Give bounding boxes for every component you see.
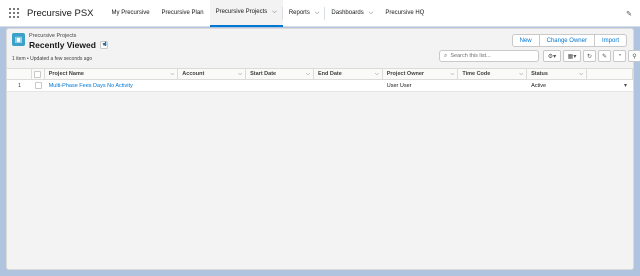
filter-icon[interactable]: ⚲ (628, 50, 640, 62)
chevron-down-icon[interactable]: ⌵ (375, 71, 379, 77)
action-buttons: New Change Owner Import (511, 34, 627, 47)
nav-item-precursive-hq[interactable]: Precursive HQ (379, 0, 430, 27)
table-row: 1 Multi-Phase Fees Days No Activity User… (7, 80, 633, 92)
search-box[interactable]: ⌕ (439, 50, 539, 62)
nav-item-precursive-projects[interactable]: Precursive Projects ⌵ (209, 0, 283, 27)
charts-icon[interactable]: ◔ (613, 50, 626, 62)
search-icon: ⌕ (444, 52, 448, 59)
row-number: 1 (18, 82, 22, 89)
nav-item-label: Dashboards (331, 10, 364, 16)
nav-item-my-precursive[interactable]: My Precursive (106, 0, 156, 27)
app-name: Precursive PSX (27, 7, 94, 19)
chevron-down-icon[interactable]: ⌵ (451, 71, 455, 77)
nav-item-label: Precursive Projects (215, 9, 268, 15)
display-as-table-icon[interactable]: ▦▾ (563, 50, 581, 62)
chevron-down-icon[interactable]: ⌵ (579, 71, 583, 77)
chevron-down-icon[interactable]: ⌵ (306, 71, 310, 77)
object-icon: ▣ (12, 33, 25, 46)
change-owner-button[interactable]: Change Owner (539, 34, 595, 47)
app-launcher-icon[interactable] (9, 8, 19, 18)
column-header-project-owner[interactable]: Project Owner ⌵ (383, 69, 459, 79)
time-code-cell (458, 80, 527, 91)
list-view-title: Recently Viewed (29, 40, 96, 50)
import-button[interactable]: Import (594, 34, 627, 47)
row-actions-cell: ▾ (587, 80, 633, 91)
list-view-selector[interactable]: Recently Viewed ▼ (29, 40, 108, 50)
edit-nav-pencil-icon[interactable]: ✎ (626, 10, 632, 18)
chevron-down-icon[interactable]: ⌵ (315, 10, 320, 17)
row-number-header (7, 69, 33, 79)
chevron-down-icon[interactable]: ⌵ (369, 10, 374, 17)
list-view-card: ▣ Precursive Projects Recently Viewed ▼ … (6, 28, 640, 270)
chevron-down-icon[interactable]: ⌵ (519, 71, 523, 77)
nav-item-label: Reports (288, 10, 310, 16)
settings-gear-icon[interactable]: ⚙▾ (543, 50, 561, 62)
project-name-cell: Multi-Phase Fees Days No Activity (45, 80, 179, 91)
list-tools: ⚙▾ ▦▾ ↻ ✎ ◔ ⚲ (543, 50, 640, 62)
nav-item-dashboards[interactable]: Dashboards ⌵ (325, 0, 379, 27)
list-table: Project Name ⌵ Account ⌵ Start Date ⌵ En… (7, 68, 633, 92)
column-header-end-date[interactable]: End Date ⌵ (314, 69, 383, 79)
project-owner-cell: User User (386, 82, 412, 89)
new-button[interactable]: New (511, 34, 540, 47)
row-actions-chevron-down-icon[interactable]: ▾ (624, 82, 627, 89)
row-actions-header (587, 69, 633, 79)
chevron-down-icon[interactable]: ⌵ (238, 71, 242, 77)
column-header-project-name[interactable]: Project Name ⌵ (45, 69, 179, 79)
nav-item-label: Precursive Plan (161, 10, 204, 16)
select-all-checkbox-cell (32, 69, 45, 79)
edit-pencil-icon[interactable]: ✎ (598, 50, 611, 62)
pin-icon[interactable]: ⬇ (103, 41, 108, 48)
column-header-account[interactable]: Account ⌵ (178, 69, 247, 79)
table-header: Project Name ⌵ Account ⌵ Start Date ⌵ En… (7, 68, 633, 80)
end-date-cell (314, 80, 383, 91)
account-cell (178, 80, 246, 91)
start-date-cell (246, 80, 314, 91)
nav-item-label: Precursive HQ (385, 10, 425, 16)
nav-item-reports[interactable]: Reports ⌵ (283, 0, 326, 27)
status-cell: Active (531, 82, 547, 89)
column-header-status[interactable]: Status ⌵ (527, 69, 588, 79)
refresh-icon[interactable]: ↻ (583, 50, 596, 62)
list-status: 1 item • Updated a few seconds ago (12, 56, 93, 62)
column-header-time-code[interactable]: Time Code ⌵ (458, 69, 528, 79)
nav-item-precursive-plan[interactable]: Precursive Plan (156, 0, 210, 27)
chevron-down-icon[interactable]: ⌵ (272, 9, 277, 16)
list-view-header: ▣ Precursive Projects Recently Viewed ▼ … (7, 29, 640, 66)
select-all-checkbox[interactable] (34, 70, 42, 78)
top-nav: Precursive PSX My Precursive Precursive … (0, 0, 640, 27)
row-checkbox-cell (32, 80, 45, 91)
row-checkbox[interactable] (34, 82, 42, 89)
nav-item-label: My Precursive (111, 10, 150, 16)
column-header-start-date[interactable]: Start Date ⌵ (246, 69, 314, 79)
project-name-link[interactable]: Multi-Phase Fees Days No Activity (49, 83, 133, 89)
object-label: Precursive Projects (29, 33, 77, 39)
chevron-down-icon[interactable]: ⌵ (171, 71, 175, 77)
search-input[interactable] (450, 53, 531, 59)
